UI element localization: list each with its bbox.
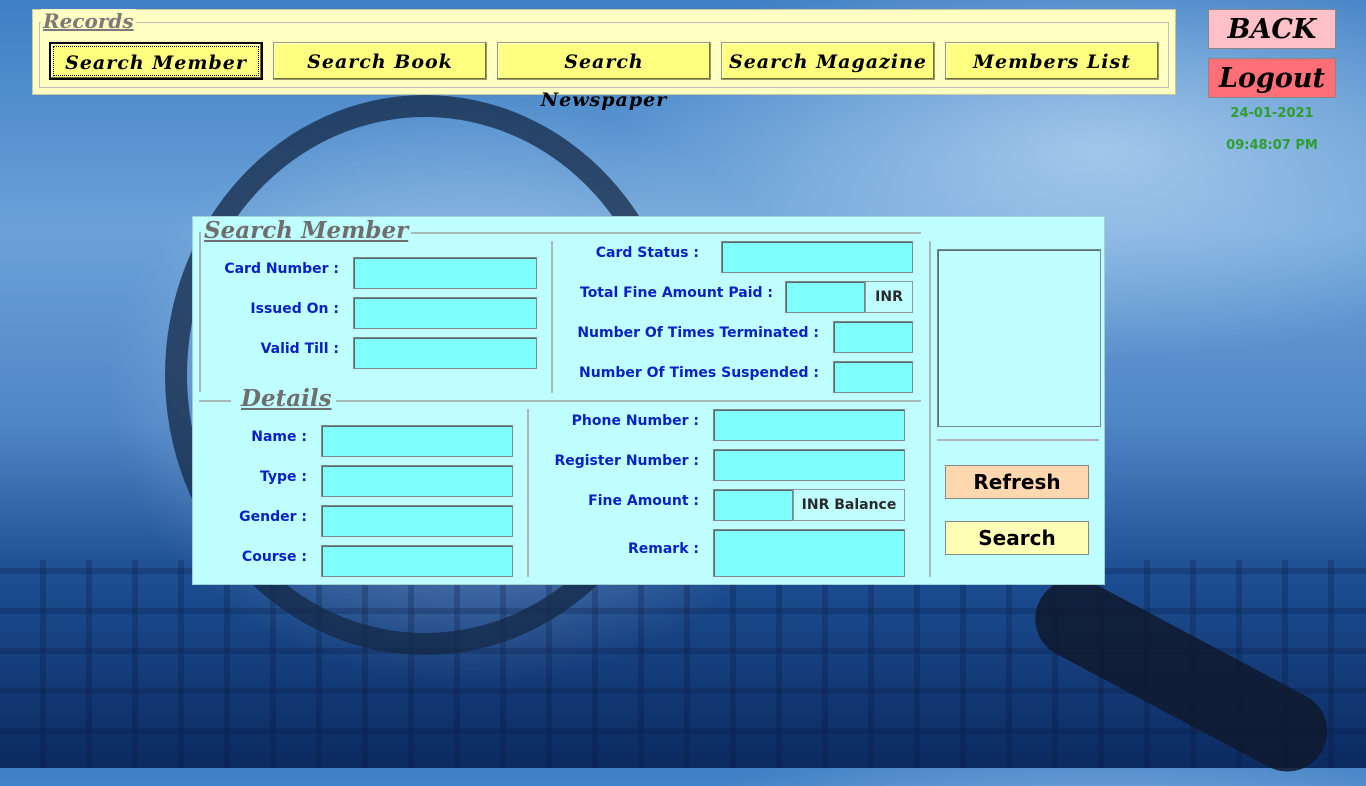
issued-on-label: Issued On : (250, 301, 339, 317)
search-button[interactable]: Search (945, 521, 1089, 555)
records-title: Records (41, 9, 136, 33)
times-terminated-label: Number Of Times Terminated : (577, 325, 819, 341)
records-bar: Records Search Member Search Book Search… (32, 9, 1176, 111)
current-time: 09:48:07 PM (1226, 138, 1318, 153)
back-button[interactable]: BACK (1208, 9, 1336, 49)
frame-line (199, 400, 231, 402)
times-suspended-label: Number Of Times Suspended : (579, 365, 819, 381)
register-number-field[interactable] (713, 449, 905, 481)
card-status-label: Card Status : (595, 245, 699, 261)
frame-line (929, 241, 931, 577)
search-member-nav-button[interactable]: Search Member (49, 42, 263, 80)
frame-line (393, 232, 921, 234)
logout-button[interactable]: Logout (1208, 58, 1336, 98)
card-number-label: Card Number : (224, 261, 339, 277)
member-photo-box (937, 249, 1101, 427)
search-member-title: Search Member (201, 217, 412, 244)
search-magazine-nav-button[interactable]: Search Magazine (721, 42, 935, 80)
search-member-panel: Search Member Card Number : Issued On : … (192, 216, 1105, 585)
members-list-nav-button[interactable]: Members List (945, 42, 1159, 80)
card-status-field[interactable] (721, 241, 913, 273)
frame-line (527, 409, 529, 577)
refresh-button[interactable]: Refresh (945, 465, 1089, 499)
course-field[interactable] (321, 545, 513, 577)
total-fine-label: Total Fine Amount Paid : (580, 285, 773, 301)
name-label: Name : (251, 429, 307, 445)
valid-till-label: Valid Till : (260, 341, 339, 357)
times-terminated-field[interactable] (833, 321, 913, 353)
name-field[interactable] (321, 425, 513, 457)
search-book-nav-button[interactable]: Search Book (273, 42, 487, 80)
frame-line (335, 400, 921, 402)
course-label: Course : (241, 549, 307, 565)
phone-number-field[interactable] (713, 409, 905, 441)
phone-number-label: Phone Number : (571, 413, 699, 429)
valid-till-field[interactable] (353, 337, 537, 369)
type-label: Type : (259, 469, 307, 485)
details-title: Details (237, 385, 336, 412)
search-newspaper-nav-button[interactable]: Search Newspaper (497, 42, 711, 111)
gender-label: Gender : (239, 509, 307, 525)
register-number-label: Register Number : (554, 453, 699, 469)
remark-field[interactable] (713, 529, 905, 577)
times-suspended-field[interactable] (833, 361, 913, 393)
issued-on-field[interactable] (353, 297, 537, 329)
frame-line (937, 439, 1099, 441)
frame-line (551, 241, 553, 393)
total-fine-unit: INR (865, 281, 913, 313)
current-date: 24-01-2021 (1230, 106, 1314, 121)
remark-label: Remark : (628, 541, 699, 557)
card-number-input[interactable] (353, 257, 537, 289)
total-fine-field[interactable] (785, 281, 865, 313)
fine-amount-unit: INR Balance (793, 489, 905, 521)
type-field[interactable] (321, 465, 513, 497)
frame-line (199, 232, 201, 392)
gender-field[interactable] (321, 505, 513, 537)
fine-amount-field[interactable] (713, 489, 793, 521)
fine-amount-label: Fine Amount : (588, 493, 699, 509)
